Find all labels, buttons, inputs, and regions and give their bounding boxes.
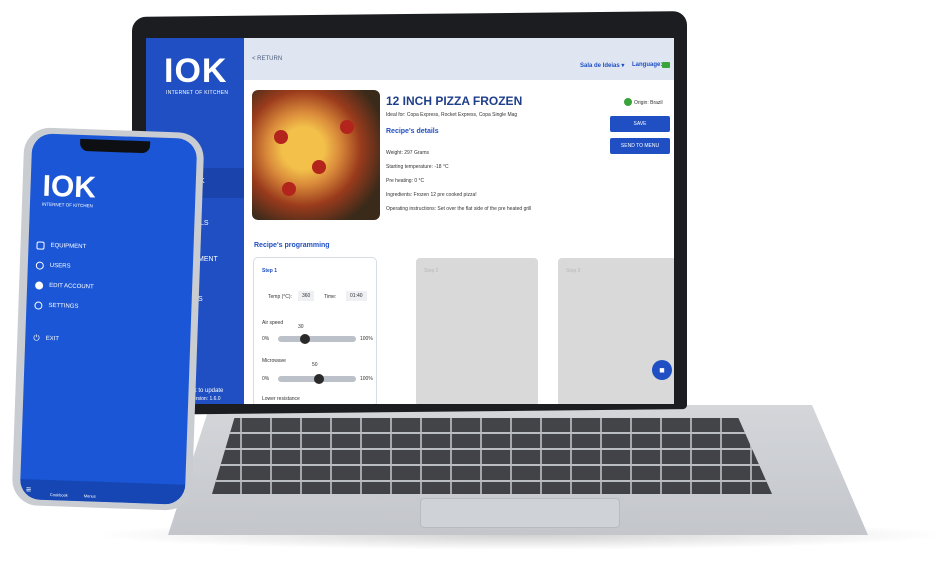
menu-item-label: EXIT — [45, 335, 60, 343]
microwave-max: 100% — [360, 376, 373, 382]
programming-heading: Recipe's programming — [254, 242, 330, 249]
air-speed-max: 100% — [360, 336, 373, 342]
pizza-topping — [282, 182, 296, 196]
microwave-min: 0% — [262, 376, 270, 382]
send-to-menu-button[interactable]: SEND TO MENU — [610, 138, 670, 154]
phone-screen: IOK INTERNET OF KITCHEN EQUIPMENT USERS … — [19, 133, 198, 505]
air-speed-label: Air speed — [262, 320, 284, 326]
step-card: Step 1 Temp (°C): 360 Time: 01:40 Air sp… — [254, 258, 376, 404]
recipe-starting-temperature: Starting temperature: -18 °C — [386, 164, 449, 170]
pizza-topping — [340, 120, 354, 134]
temp-label: Temp (°C): — [268, 294, 292, 300]
air-speed-min: 0% — [262, 336, 270, 342]
brazil-flag-icon — [662, 62, 670, 68]
settings-icon — [34, 301, 43, 310]
save-button[interactable]: SAVE — [610, 116, 670, 132]
step-title: Step 3 — [566, 268, 581, 274]
menu-item-exit[interactable]: ⏻ EXIT — [33, 333, 59, 344]
time-label: Time: — [324, 294, 337, 300]
menu-item-users[interactable]: USERS — [35, 261, 71, 270]
menu-item-settings[interactable]: SETTINGS — [34, 301, 79, 311]
recipe-title: 12 INCH PIZZA FROZEN — [386, 94, 523, 108]
phone-notch — [79, 138, 151, 154]
account-icon — [34, 281, 44, 290]
sidebar-item-fragment[interactable]: MENT — [198, 256, 218, 263]
recipe-ingredients: Ingredients: Frozen 12 pre cooked pizza! — [386, 192, 477, 198]
equipment-icon — [36, 241, 45, 250]
app-topbar — [244, 38, 674, 80]
menu-item-label: USERS — [49, 262, 71, 270]
time-input[interactable]: 01:40 — [346, 291, 367, 301]
iok-logo: IOK — [42, 169, 97, 205]
return-link[interactable]: < RETURN — [252, 56, 282, 62]
menu-item-equipment[interactable]: EQUIPMENT — [36, 241, 86, 251]
air-speed-knob[interactable] — [300, 334, 310, 344]
microwave-label: Microwave — [262, 358, 286, 364]
recipe-preheating: Pre heating: 0 °C — [386, 178, 425, 184]
tab-menus[interactable]: Menus — [84, 493, 96, 498]
step-card-faded: Step 2 — [416, 258, 538, 404]
recipe-origin: Origin: Brazil — [634, 100, 663, 106]
recipe-details-heading: Recipe's details — [386, 128, 439, 135]
iok-logo-subtitle: INTERNET OF KITCHEN — [166, 90, 229, 96]
pizza-topping — [312, 160, 326, 174]
iok-logo: IOK — [164, 52, 228, 90]
hamburger-icon[interactable]: ≡ — [26, 484, 32, 494]
temp-input[interactable]: 360 — [298, 291, 315, 301]
language-selector[interactable]: Language: — [632, 62, 662, 68]
ideal-for: Ideal for: Copa Express, Rocket Express,… — [386, 112, 518, 118]
laptop-keyboard-rows — [212, 418, 772, 494]
iok-logo-subtitle: INTERNET OF KITCHEN — [41, 201, 93, 209]
chat-icon[interactable]: ■ — [652, 360, 672, 380]
ideas-dropdown[interactable]: Sala de Ideias ▾ — [580, 62, 624, 69]
pizza-image — [252, 90, 380, 220]
recipe-weight: Weight: 297 Grams — [386, 150, 429, 156]
menu-item-edit-account[interactable]: EDIT ACCOUNT — [34, 281, 94, 291]
menu-item-label: SETTINGS — [48, 302, 79, 310]
microwave-value: 50 — [312, 362, 318, 368]
tab-cookbook[interactable]: Cookbook — [50, 492, 68, 498]
menu-item-label: EDIT ACCOUNT — [49, 282, 94, 291]
air-speed-slider[interactable] — [278, 336, 356, 342]
step-card-faded: Step 3 — [558, 258, 674, 404]
air-speed-value: 30 — [298, 324, 304, 330]
step-title: Step 2 — [424, 268, 439, 274]
step-title: Step 1 — [262, 268, 278, 274]
power-icon: ⏻ — [33, 333, 40, 343]
pizza-topping — [274, 130, 288, 144]
recipe-operating-instructions: Operating instructions: Set over the fla… — [386, 206, 532, 212]
origin-flag-icon — [624, 98, 632, 106]
microwave-knob[interactable] — [314, 374, 324, 384]
lower-resistance-label: Lower resistance — [262, 396, 300, 402]
menu-item-label: EQUIPMENT — [50, 242, 87, 251]
laptop-trackpad — [420, 498, 620, 528]
users-icon — [35, 261, 44, 270]
laptop-screen: IOK INTERNET OF KITCHEN K ILS MENT S lic… — [146, 38, 674, 404]
